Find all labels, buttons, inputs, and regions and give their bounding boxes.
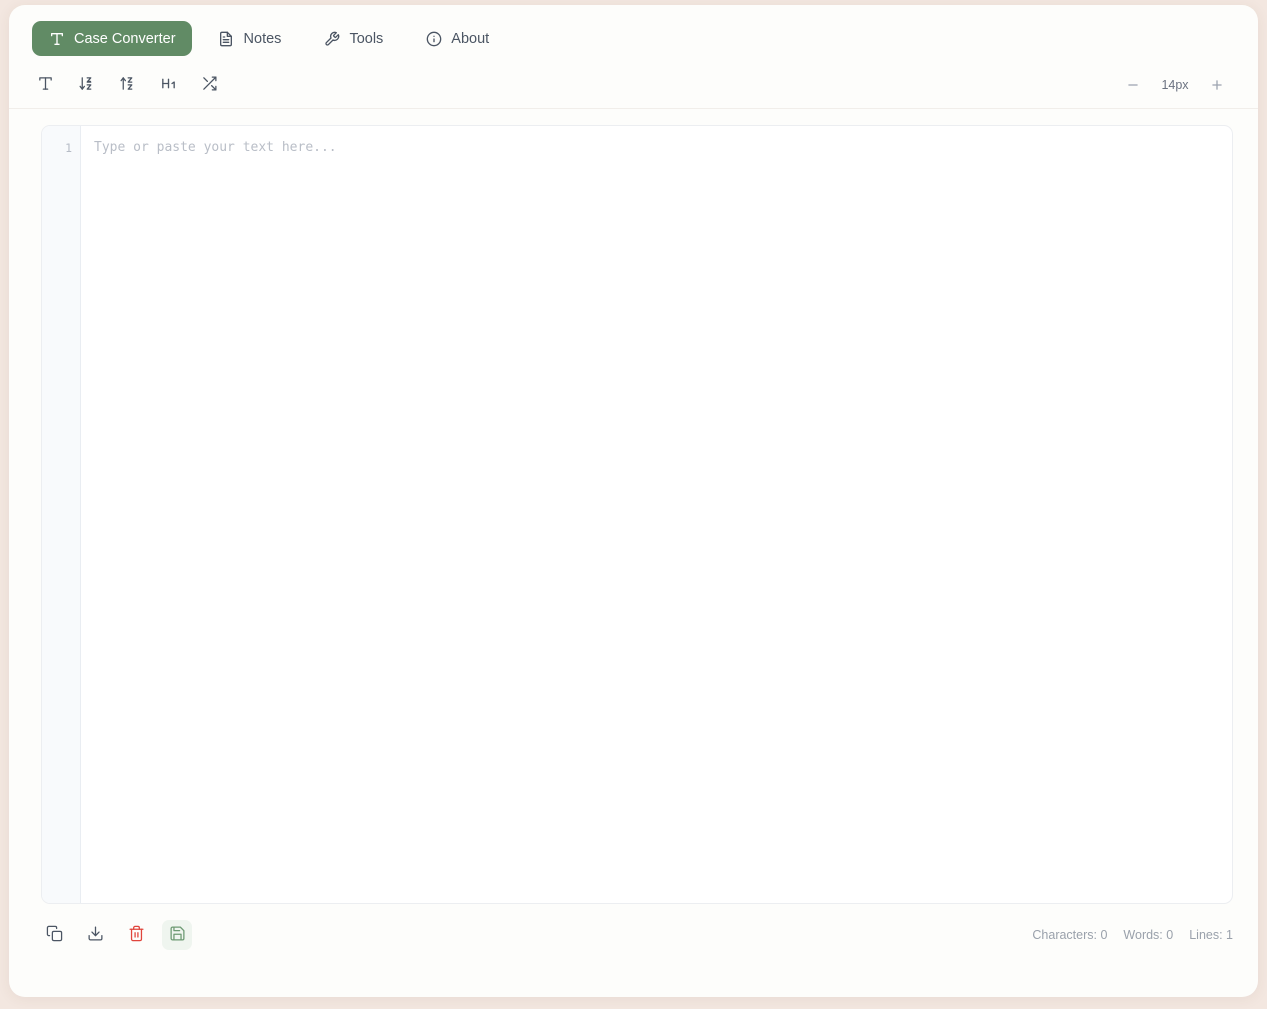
font-size-decrease-button[interactable]: [1123, 75, 1143, 95]
tab-label: Case Converter: [74, 30, 176, 47]
trash-icon: [128, 925, 145, 945]
line-number: 1: [65, 141, 72, 155]
tab-tools[interactable]: Tools: [307, 21, 399, 56]
minus-icon: [1128, 84, 1138, 86]
copy-icon: [46, 925, 63, 945]
delete-button[interactable]: [121, 920, 151, 950]
action-buttons: [39, 920, 192, 950]
footer-bar: Characters: 0 Words: 0 Lines: 1: [9, 904, 1258, 950]
tab-label: About: [451, 30, 490, 47]
sort-az-asc-icon: [119, 75, 136, 95]
text-editor: 1 Type or paste your text here...: [41, 125, 1233, 904]
tab-notes[interactable]: Notes: [202, 21, 298, 56]
text-format-icon: [37, 75, 54, 95]
formatting-tools: [32, 72, 223, 98]
shuffle-icon: [201, 75, 218, 95]
text-format-button[interactable]: [32, 72, 59, 98]
wrench-icon: [323, 30, 340, 47]
app-window: Case Converter Notes Tools About 14px 1 …: [9, 5, 1258, 997]
font-size-increase-button[interactable]: [1207, 75, 1227, 95]
heading-1-button[interactable]: [155, 72, 182, 98]
save-icon: [169, 925, 186, 945]
heading-1-icon: [160, 75, 177, 95]
stat-lines: Lines: 1: [1189, 928, 1233, 942]
format-toolbar: 14px: [9, 68, 1258, 109]
plus-icon: [1212, 80, 1222, 90]
tab-case-converter[interactable]: Case Converter: [32, 21, 192, 56]
save-button[interactable]: [162, 920, 192, 950]
copy-button[interactable]: [39, 920, 69, 950]
file-text-icon: [218, 30, 235, 47]
line-number-gutter: 1: [42, 126, 81, 903]
shuffle-button[interactable]: [196, 72, 223, 98]
tab-label: Notes: [243, 30, 282, 47]
download-icon: [87, 925, 104, 945]
text-input-area[interactable]: Type or paste your text here...: [81, 126, 1232, 903]
tab-about[interactable]: About: [409, 21, 505, 56]
font-size-value: 14px: [1161, 78, 1189, 92]
main-nav-tabs: Case Converter Notes Tools About: [9, 5, 1258, 68]
tab-label: Tools: [349, 30, 384, 47]
font-size-control: 14px: [1123, 75, 1235, 95]
info-circle-icon: [425, 30, 442, 47]
stat-characters: Characters: 0: [1032, 928, 1108, 942]
sort-az-asc-button[interactable]: [114, 72, 141, 98]
stat-words: Words: 0: [1123, 928, 1174, 942]
sort-az-desc-icon: [78, 75, 95, 95]
sort-az-desc-button[interactable]: [73, 72, 100, 98]
type-icon: [48, 30, 65, 47]
document-stats: Characters: 0 Words: 0 Lines: 1: [1032, 928, 1236, 942]
download-button[interactable]: [80, 920, 110, 950]
